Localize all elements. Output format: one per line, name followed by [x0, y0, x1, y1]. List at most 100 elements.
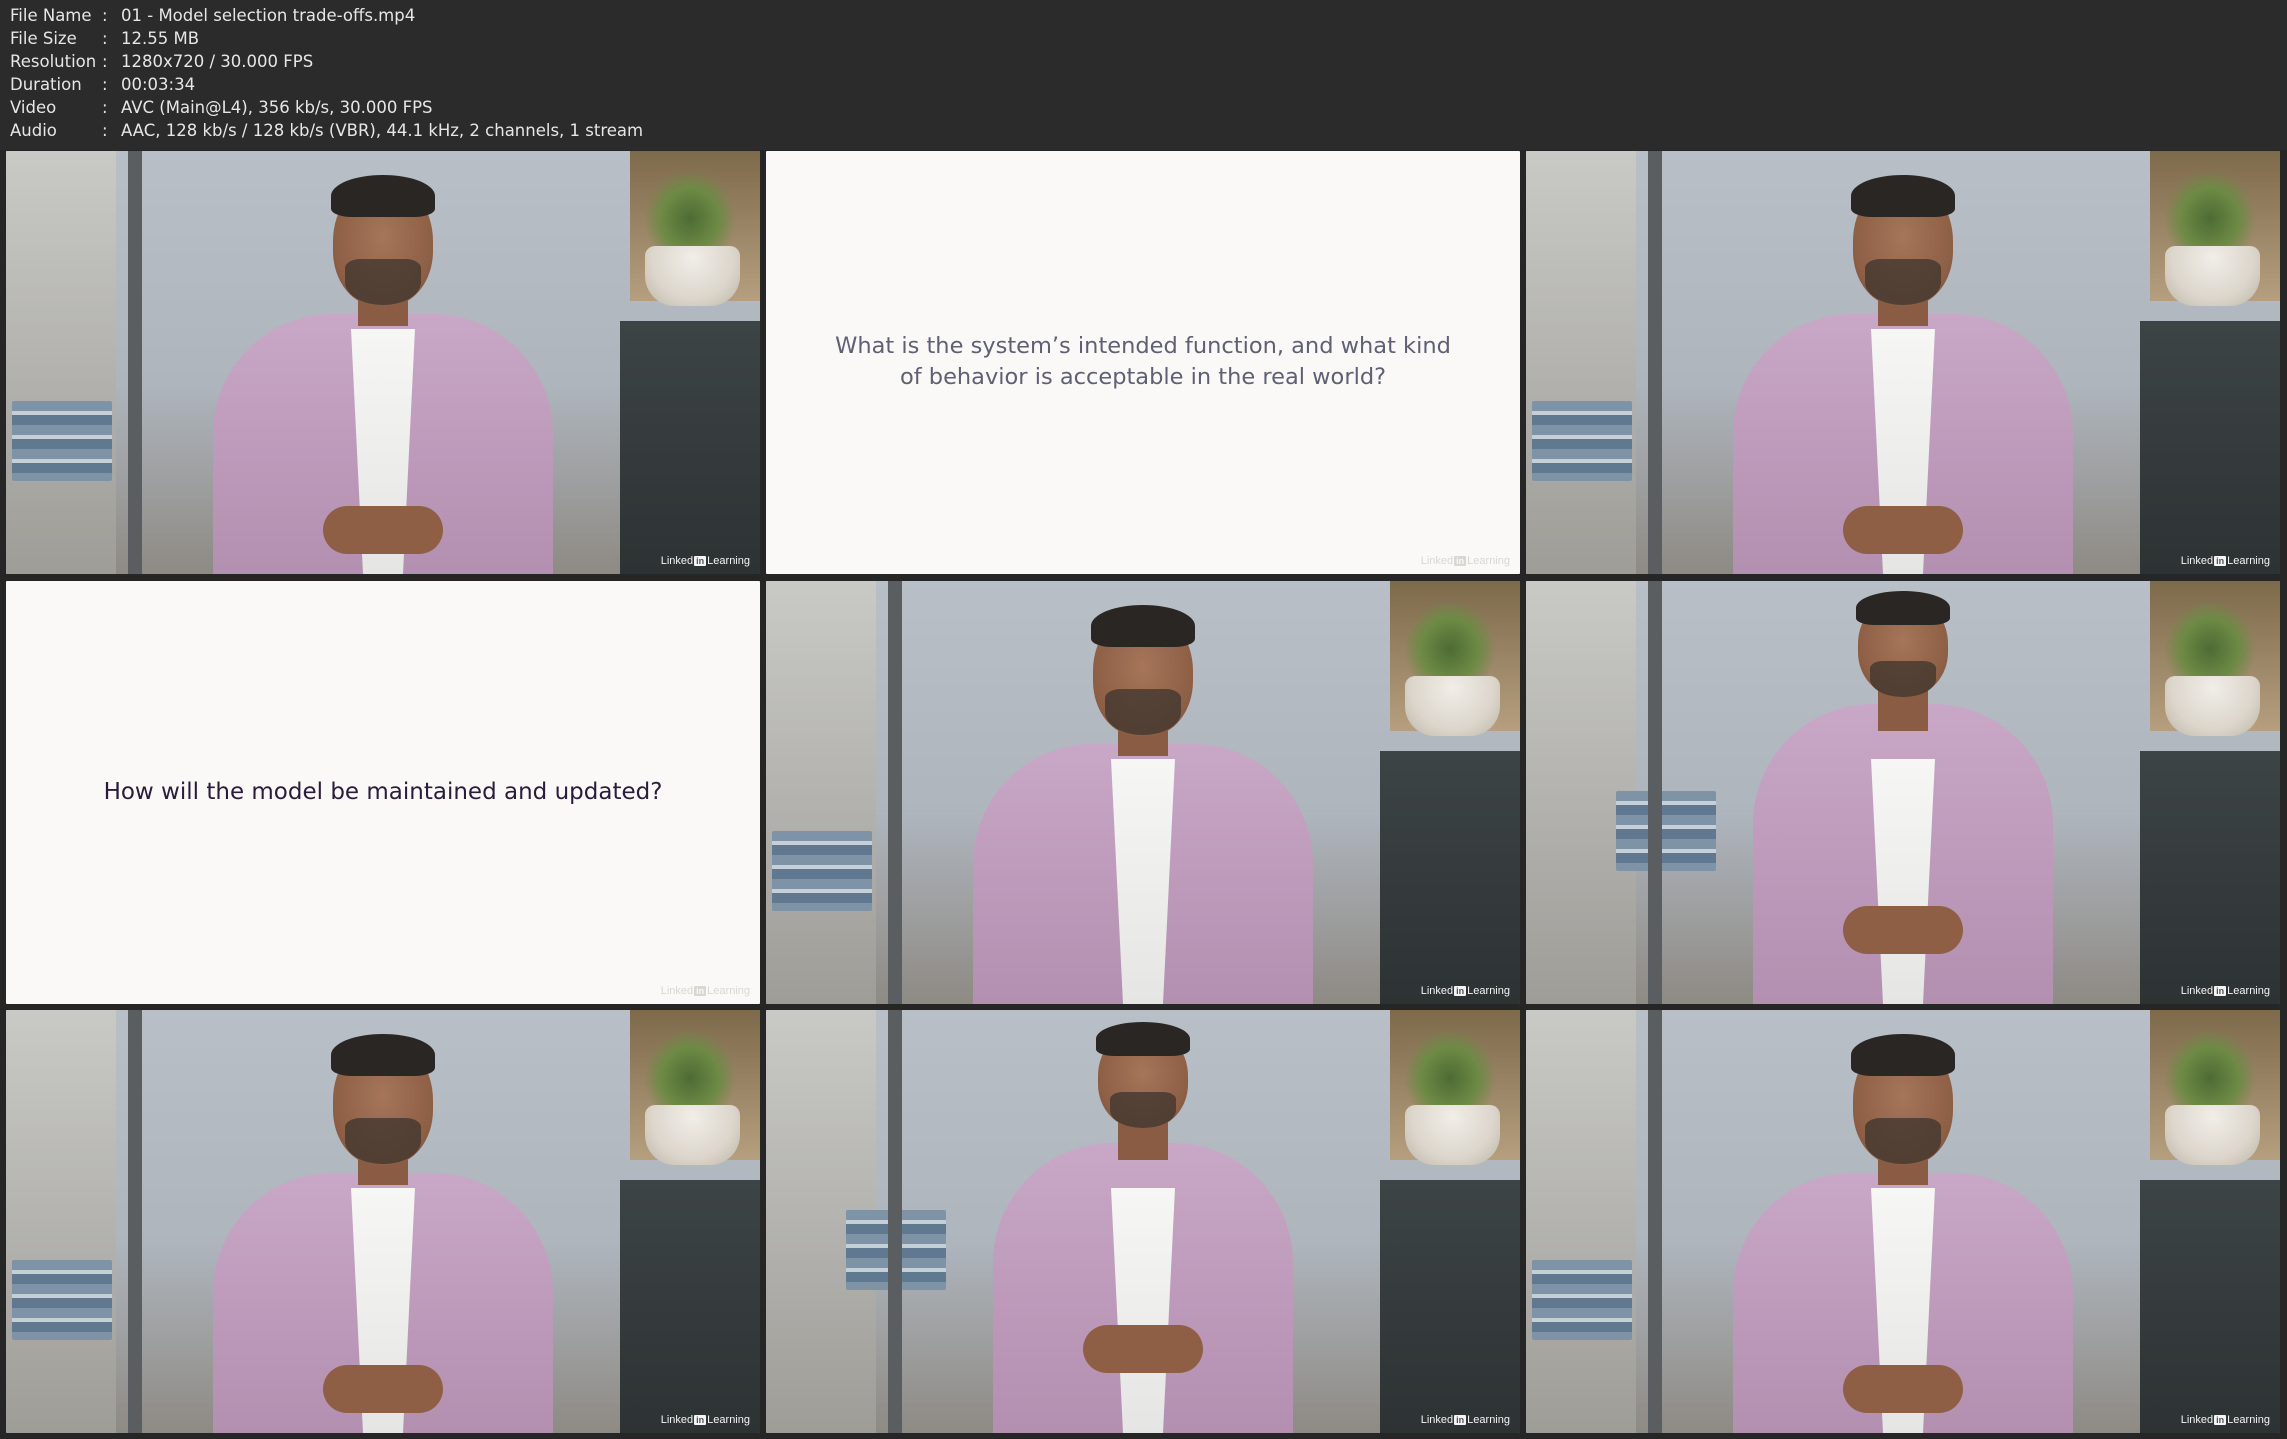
info-label: Video [10, 98, 57, 117]
presenter-hands [1843, 906, 1963, 954]
scene-shelf [128, 1010, 142, 1433]
thumbnail-frame-9[interactable]: Linked in Learning [1526, 1010, 2280, 1433]
info-label: File Size [10, 29, 77, 48]
presenter [173, 1010, 593, 1433]
watermark-linked: Linked [660, 985, 694, 997]
info-label: Audio [10, 121, 57, 140]
scene-books [1532, 1260, 1632, 1340]
linkedin-icon: in [2214, 556, 2227, 566]
watermark-linked: Linked [1420, 555, 1454, 567]
info-separator: : [102, 6, 108, 25]
linkedin-icon: in [694, 1415, 707, 1425]
presenter-hair [1851, 1034, 1955, 1076]
slide-question: How will the model be maintained and upd… [103, 779, 663, 805]
linkedin-icon: in [1454, 556, 1467, 566]
presenter-hair [1851, 175, 1955, 217]
info-value: 00:03:34 [121, 75, 196, 94]
presenter-hair [331, 1034, 435, 1076]
presenter [1693, 1010, 2113, 1433]
scene-books [12, 401, 112, 481]
watermark-linked: Linked [2180, 985, 2214, 997]
presenter-hair [1096, 1022, 1190, 1056]
plant-icon [2165, 171, 2255, 251]
watermark-linked: Linked [2180, 1414, 2214, 1426]
scene-panel [2140, 1180, 2280, 1433]
pot-icon [645, 1105, 740, 1165]
info-separator: : [102, 75, 108, 94]
linkedin-icon: in [1454, 986, 1467, 996]
linkedin-learning-watermark: Linked in Learning [661, 1414, 750, 1426]
info-separator: : [102, 121, 108, 140]
linkedin-learning-watermark: Linked in Learning [2181, 555, 2270, 567]
thumbnail-frame-8[interactable]: Linked in Learning [766, 1010, 1520, 1433]
watermark-learning: Learning [707, 1414, 750, 1426]
linkedin-learning-watermark: Linked in Learning [661, 985, 750, 997]
thumbnail-frame-7[interactable]: Linked in Learning [6, 1010, 760, 1433]
thumbnail-frame-4[interactable]: How will the model be maintained and upd… [6, 581, 760, 1004]
presenter-hands [1843, 506, 1963, 554]
watermark-learning: Learning [2227, 985, 2270, 997]
watermark-linked: Linked [660, 1414, 694, 1426]
thumbnail-frame-5[interactable]: Linked in Learning [766, 581, 1520, 1004]
presenter-beard [1105, 689, 1181, 735]
linkedin-learning-watermark: Linked in Learning [1421, 555, 1510, 567]
watermark-learning: Learning [707, 555, 750, 567]
scene-panel [1380, 1180, 1520, 1433]
scene-books [1616, 791, 1716, 871]
presenter-hair [1856, 591, 1950, 625]
scene-shelf [128, 151, 142, 574]
watermark-linked: Linked [660, 555, 694, 567]
plant-icon [645, 171, 735, 251]
presenter-hands [1083, 1325, 1203, 1373]
slide-question-line-1: What is the system’s intended function, … [835, 333, 1451, 359]
thumbnail-frame-2[interactable]: What is the system’s intended function, … [766, 151, 1520, 574]
info-label: Resolution [10, 52, 97, 71]
scene-wall [1526, 151, 1636, 574]
watermark-linked: Linked [1420, 1414, 1454, 1426]
pot-icon [1405, 1105, 1500, 1165]
scene-wall [766, 581, 876, 1004]
linkedin-icon: in [2214, 986, 2227, 996]
presenter-beard [1865, 1118, 1941, 1164]
presenter-hands [1843, 1365, 1963, 1413]
plant-icon [2165, 601, 2255, 681]
scene-shelf [1648, 1010, 1662, 1433]
presenter [173, 151, 593, 574]
linkedin-learning-watermark: Linked in Learning [2181, 1414, 2270, 1426]
plant-icon [1405, 1030, 1495, 1110]
linkedin-learning-watermark: Linked in Learning [2181, 985, 2270, 997]
info-value: 01 - Model selection trade-offs.mp4 [121, 6, 416, 25]
presenter-beard [1870, 661, 1936, 697]
watermark-learning: Learning [1467, 555, 1510, 567]
info-label: Duration [10, 75, 82, 94]
info-separator: : [102, 52, 108, 71]
info-separator: : [102, 29, 108, 48]
info-separator: : [102, 98, 108, 117]
linkedin-learning-watermark: Linked in Learning [1421, 1414, 1510, 1426]
presenter-hands [323, 506, 443, 554]
scene-panel [2140, 751, 2280, 1004]
scene-wall [6, 1010, 116, 1433]
linkedin-icon: in [694, 556, 707, 566]
info-label: File Name [10, 6, 92, 25]
pot-icon [2165, 246, 2260, 306]
presenter [1733, 581, 2073, 1004]
thumbnail-frame-6[interactable]: Linked in Learning [1526, 581, 2280, 1004]
scene-panel [620, 1180, 760, 1433]
thumbnail-frame-3[interactable]: Linked in Learning [1526, 151, 2280, 574]
watermark-learning: Learning [707, 985, 750, 997]
presenter-beard [1865, 259, 1941, 305]
thumbnail-grid: Linked in Learning What is the system’s in… [0, 150, 2287, 1439]
scene-shelf [888, 1010, 902, 1433]
plant-icon [1405, 601, 1495, 681]
scene-panel [2140, 321, 2280, 574]
linkedin-icon: in [1454, 1415, 1467, 1425]
linkedin-icon: in [2214, 1415, 2227, 1425]
thumbnail-frame-1[interactable]: Linked in Learning [6, 151, 760, 574]
presenter-beard [345, 259, 421, 305]
scene-wall [6, 151, 116, 574]
watermark-linked: Linked [2180, 555, 2214, 567]
presenter [973, 1010, 1313, 1433]
scene-shelf [1648, 151, 1662, 574]
presenter-hair [331, 175, 435, 217]
